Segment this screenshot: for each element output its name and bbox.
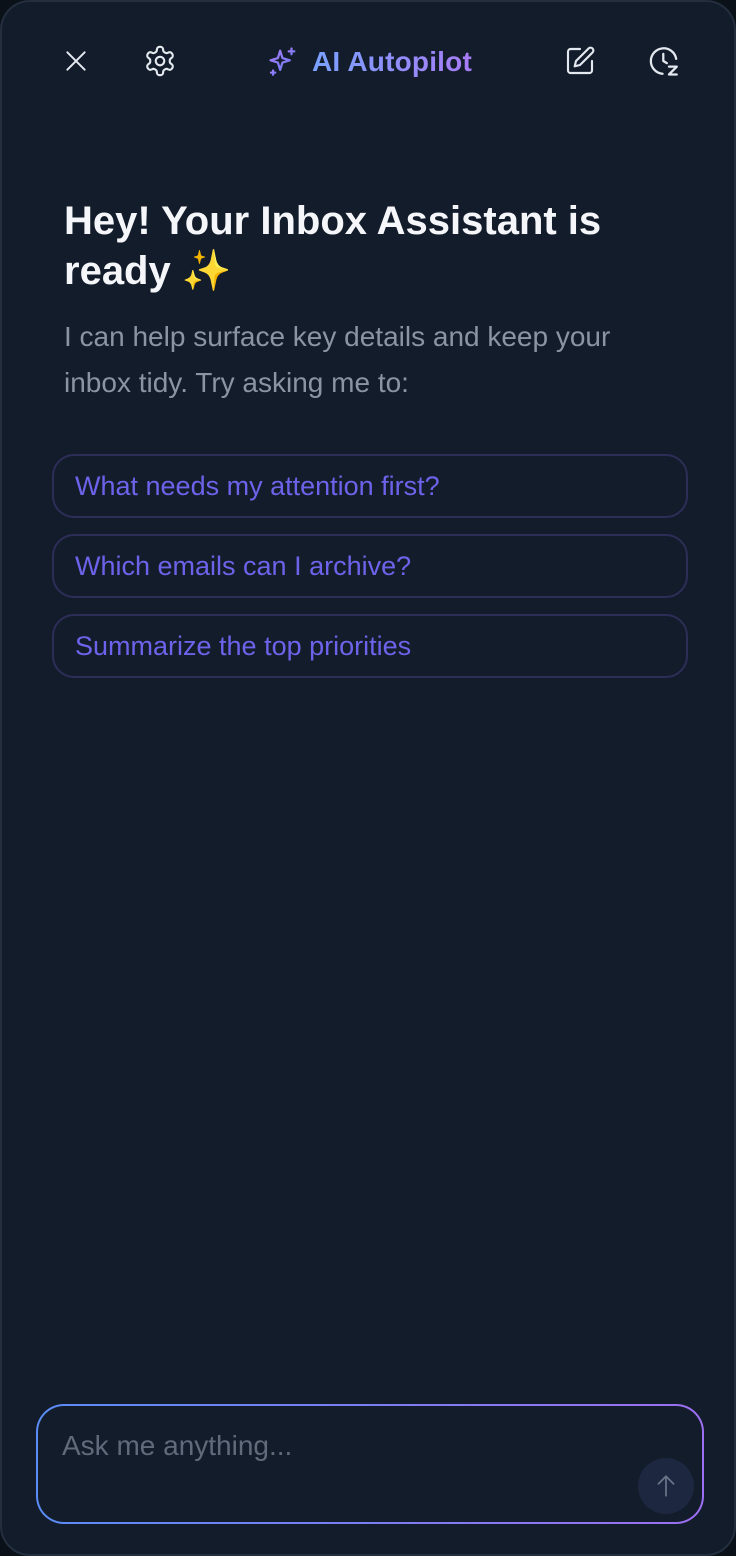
- sparkle-icon: [269, 47, 296, 76]
- message-input[interactable]: [62, 1426, 622, 1466]
- new-chat-button[interactable]: [558, 39, 602, 83]
- send-button[interactable]: [638, 1458, 694, 1514]
- brand: AI Autopilot: [266, 42, 472, 82]
- gear-icon: [146, 45, 174, 77]
- arrow-up-icon: [657, 1475, 675, 1497]
- suggestion-chip[interactable]: What needs my attention first?: [52, 454, 688, 518]
- suggestion-chip[interactable]: Which emails can I archive?: [52, 534, 688, 598]
- assistant-panel: AI Autopilot Hey! Your Inbox Assistant i…: [0, 0, 736, 1556]
- settings-button[interactable]: [138, 39, 182, 83]
- composer-body: [38, 1406, 702, 1522]
- suggestion-chip[interactable]: Summarize the top priorities: [52, 614, 688, 678]
- composer: [36, 1404, 704, 1524]
- history-clock-icon: [649, 47, 678, 76]
- app-title: AI Autopilot: [312, 46, 472, 77]
- welcome-headline: Hey! Your Inbox Assistant is ready ✨: [64, 199, 602, 293]
- welcome-subtext: I can help surface key details and keep …: [64, 321, 611, 398]
- suggestion-list: What needs my attention first? Which ema…: [52, 454, 688, 678]
- history-button[interactable]: [642, 39, 686, 83]
- close-icon: [66, 51, 86, 71]
- close-button[interactable]: [54, 39, 98, 83]
- compose-icon: [566, 46, 595, 75]
